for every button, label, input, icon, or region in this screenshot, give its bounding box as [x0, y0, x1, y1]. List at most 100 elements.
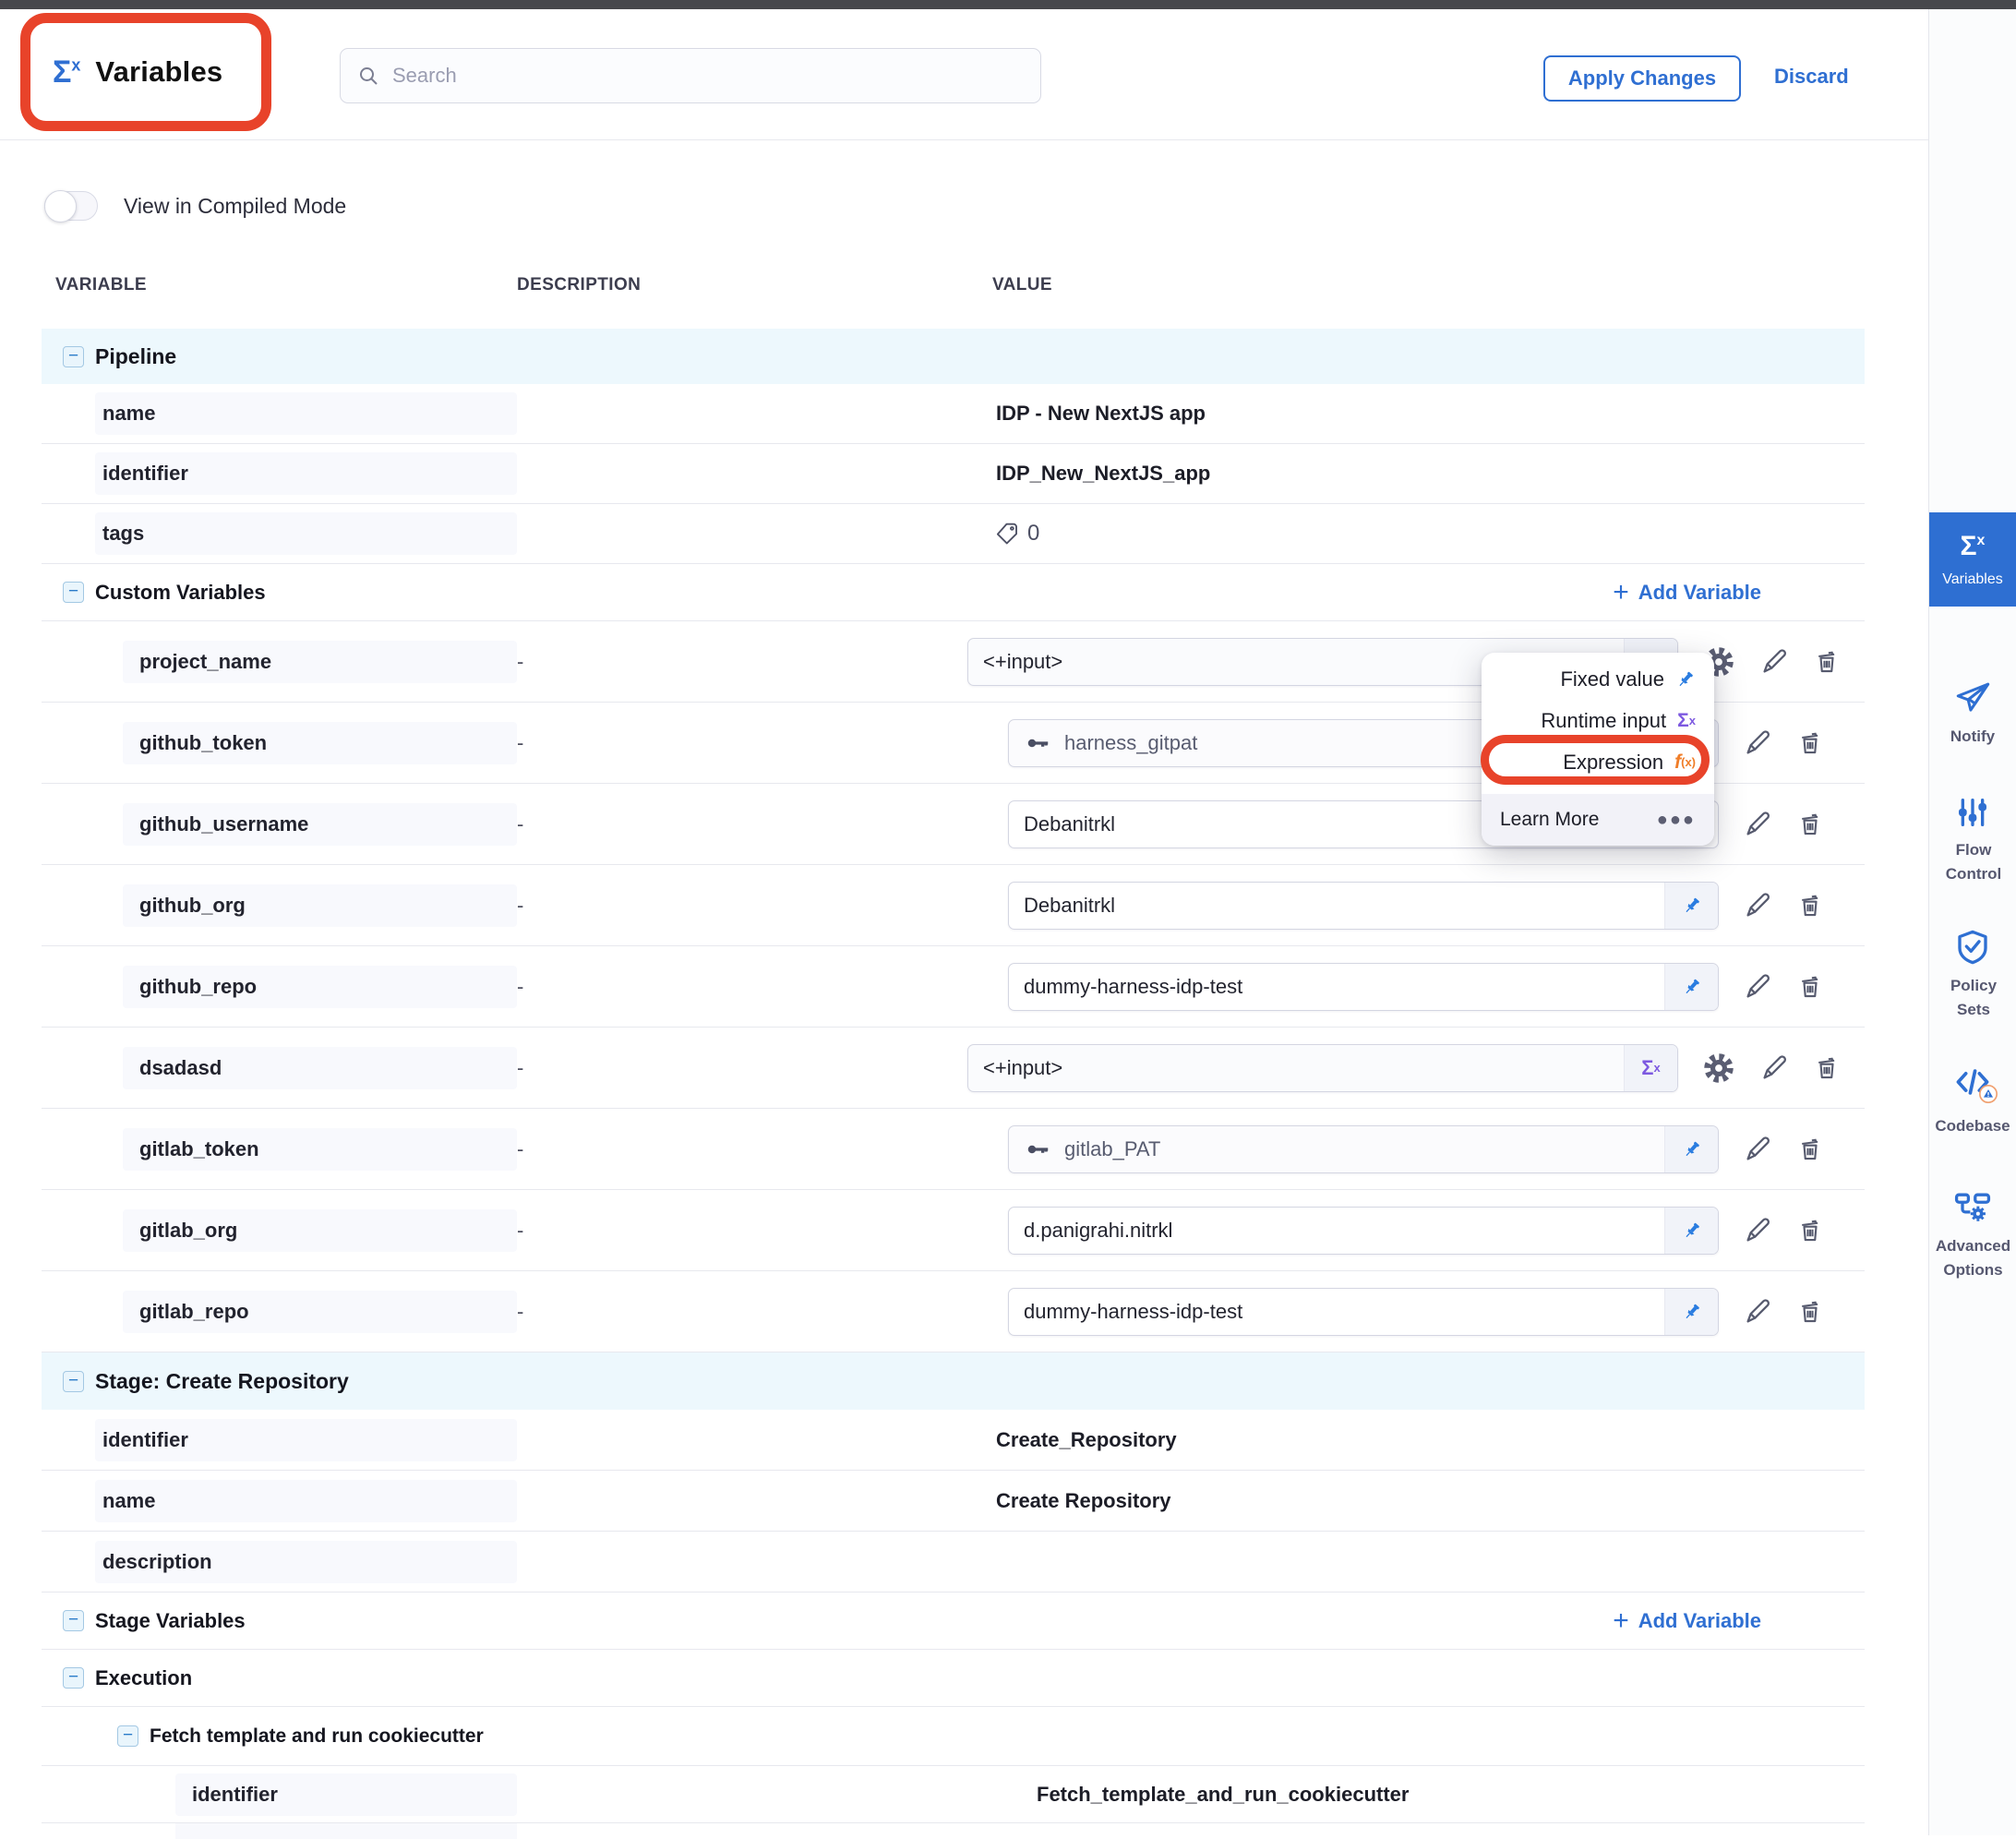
edit-pencil-icon[interactable] — [1743, 1216, 1772, 1245]
variable-value: IDP_New_NextJS_app — [996, 462, 1210, 486]
edit-pencil-icon[interactable] — [1743, 972, 1772, 1002]
edit-pencil-icon[interactable] — [1743, 891, 1772, 920]
section-row-pipeline: − Pipeline — [42, 329, 1865, 384]
sidebar-item-flow-control[interactable]: Flow Control — [1929, 794, 2016, 887]
pin-icon[interactable] — [1682, 1139, 1702, 1160]
variable-value: Fetch_template_and_run_cookiecutter — [1037, 1783, 1409, 1807]
ellipsis-icon: ●●● — [1657, 810, 1696, 831]
value-input[interactable]: Debanitrkl — [1008, 882, 1719, 930]
browser-window-edge — [0, 0, 2016, 9]
search-icon — [357, 65, 379, 87]
policy-shield-check-icon — [1953, 928, 1992, 967]
edit-pencil-icon[interactable] — [1743, 1297, 1772, 1327]
pin-icon[interactable] — [1682, 895, 1702, 916]
variable-label: identifier — [95, 1419, 517, 1461]
right-sidebar: Σx Variables Notify Flow Control Policy … — [1928, 9, 2016, 1835]
table-row-pipeline-identifier: identifier IDP_New_NextJS_app — [42, 444, 1865, 504]
variable-label: tags — [95, 512, 517, 555]
table-row-pipeline-tags: tags 0 — [42, 504, 1865, 564]
delete-trash-icon[interactable] — [1796, 1136, 1824, 1163]
pin-icon[interactable] — [1682, 977, 1702, 997]
variable-description: - — [517, 1056, 523, 1079]
column-header-description: DESCRIPTION — [517, 275, 992, 312]
delete-trash-icon[interactable] — [1796, 1298, 1824, 1326]
collapse-icon-stage-variables[interactable]: − — [63, 1610, 84, 1631]
variable-description: - — [517, 1300, 523, 1323]
sidebar-item-variables[interactable]: Σx Variables — [1929, 512, 2016, 607]
group-row-step: − Fetch template and run cookiecutter — [42, 1707, 1865, 1766]
menu-item-fixed-value[interactable]: Fixed value — [1482, 658, 1714, 700]
pin-icon[interactable] — [1682, 1220, 1702, 1241]
variable-label: identifier — [95, 452, 517, 495]
group-row-custom-variables: − Custom Variables +Add Variable — [42, 564, 1865, 621]
search-box[interactable] — [340, 48, 1041, 103]
variables-sigma-icon: Σx — [53, 54, 80, 90]
table-row-dsadasd: dsadasd - <+input>Σx — [42, 1028, 1865, 1109]
menu-item-expression[interactable]: Expression f(x) — [1482, 741, 1714, 783]
notify-paperplane-icon — [1953, 679, 1992, 717]
value-input[interactable]: d.panigrahi.nitrkl — [1008, 1207, 1719, 1255]
collapse-icon-stage[interactable]: − — [63, 1371, 84, 1392]
apply-changes-button[interactable]: Apply Changes — [1543, 55, 1741, 102]
variable-description: - — [517, 1137, 523, 1160]
collapse-icon-execution[interactable]: − — [63, 1667, 84, 1689]
sidebar-item-advanced-options[interactable]: Advanced Options — [1929, 1186, 2016, 1283]
discard-button[interactable]: Discard — [1774, 65, 1849, 89]
section-row-stage: − Stage: Create Repository — [42, 1352, 1865, 1410]
sidebar-item-codebase[interactable]: Codebase — [1929, 1062, 2016, 1138]
compiled-mode-label: View in Compiled Mode — [124, 194, 346, 219]
delete-trash-icon[interactable] — [1796, 892, 1824, 920]
table-row-gitlab-token: gitlab_token - gitlab_PAT — [42, 1109, 1865, 1190]
collapse-icon-pipeline[interactable]: − — [63, 346, 84, 367]
table-row-step-identifier: identifier Fetch_template_and_run_cookie… — [42, 1766, 1865, 1823]
collapse-icon-custom-variables[interactable]: − — [63, 582, 84, 603]
variable-label: name — [95, 392, 517, 435]
compiled-mode-row: View in Compiled Mode — [44, 188, 2016, 223]
menu-item-runtime-input[interactable]: Runtime input Σx — [1482, 700, 1714, 741]
column-header-variable: VARIABLE — [42, 275, 517, 312]
sidebar-item-notify[interactable]: Notify — [1929, 679, 2016, 749]
variable-description: - — [517, 975, 523, 998]
compiled-mode-toggle[interactable] — [44, 191, 98, 221]
collapse-icon-step[interactable]: − — [117, 1725, 138, 1747]
variable-description: - — [517, 731, 523, 754]
edit-pencil-icon[interactable] — [1743, 810, 1772, 839]
edit-pencil-icon[interactable] — [1743, 1135, 1772, 1164]
variable-label: gitlab_org — [123, 1209, 517, 1252]
pin-icon[interactable] — [1682, 1302, 1702, 1322]
delete-trash-icon[interactable] — [1813, 1054, 1841, 1082]
sidebar-item-policy-sets[interactable]: Policy Sets — [1929, 928, 2016, 1023]
variable-value: Create Repository — [996, 1489, 1171, 1513]
variable-label: description — [95, 1541, 517, 1583]
table-row-gitlab-repo: gitlab_repo - dummy-harness-idp-test — [42, 1271, 1865, 1352]
advanced-options-icon — [1952, 1186, 1993, 1227]
settings-gear-icon[interactable] — [1702, 1052, 1735, 1085]
search-input[interactable] — [392, 64, 946, 88]
edit-pencil-icon[interactable] — [1759, 647, 1789, 677]
table-row-pipeline-name: name IDP - New NextJS app — [42, 384, 1865, 444]
toggle-knob — [44, 190, 77, 222]
runtime-input-icon[interactable]: Σx — [1624, 1045, 1677, 1091]
delete-trash-icon[interactable] — [1796, 1217, 1824, 1244]
plus-icon: + — [1613, 579, 1629, 607]
value-input[interactable]: dummy-harness-idp-test — [1008, 1288, 1719, 1336]
delete-trash-icon[interactable] — [1813, 648, 1841, 676]
column-header-value: VALUE — [992, 275, 1865, 312]
variable-value: Create_Repository — [996, 1428, 1177, 1452]
value-input[interactable]: <+input>Σx — [967, 1044, 1678, 1092]
value-input[interactable]: dummy-harness-idp-test — [1008, 963, 1719, 1011]
edit-pencil-icon[interactable] — [1743, 728, 1772, 758]
delete-trash-icon[interactable] — [1796, 729, 1824, 757]
table-row-github-org: github_org - Debanitrkl — [42, 865, 1865, 946]
menu-learn-more[interactable]: Learn More ●●● — [1482, 794, 1714, 846]
codebase-warning-icon — [1978, 1084, 1998, 1104]
add-variable-button[interactable]: +Add Variable — [1613, 579, 1761, 607]
value-input[interactable]: gitlab_PAT — [1008, 1125, 1719, 1173]
variables-table: VARIABLE DESCRIPTION VALUE − Pipeline na… — [42, 275, 1865, 1839]
tag-icon — [994, 521, 1020, 547]
delete-trash-icon[interactable] — [1796, 811, 1824, 838]
tags-count: 0 — [1027, 521, 1039, 547]
delete-trash-icon[interactable] — [1796, 973, 1824, 1001]
edit-pencil-icon[interactable] — [1759, 1053, 1789, 1083]
add-variable-button[interactable]: +Add Variable — [1613, 1607, 1761, 1635]
